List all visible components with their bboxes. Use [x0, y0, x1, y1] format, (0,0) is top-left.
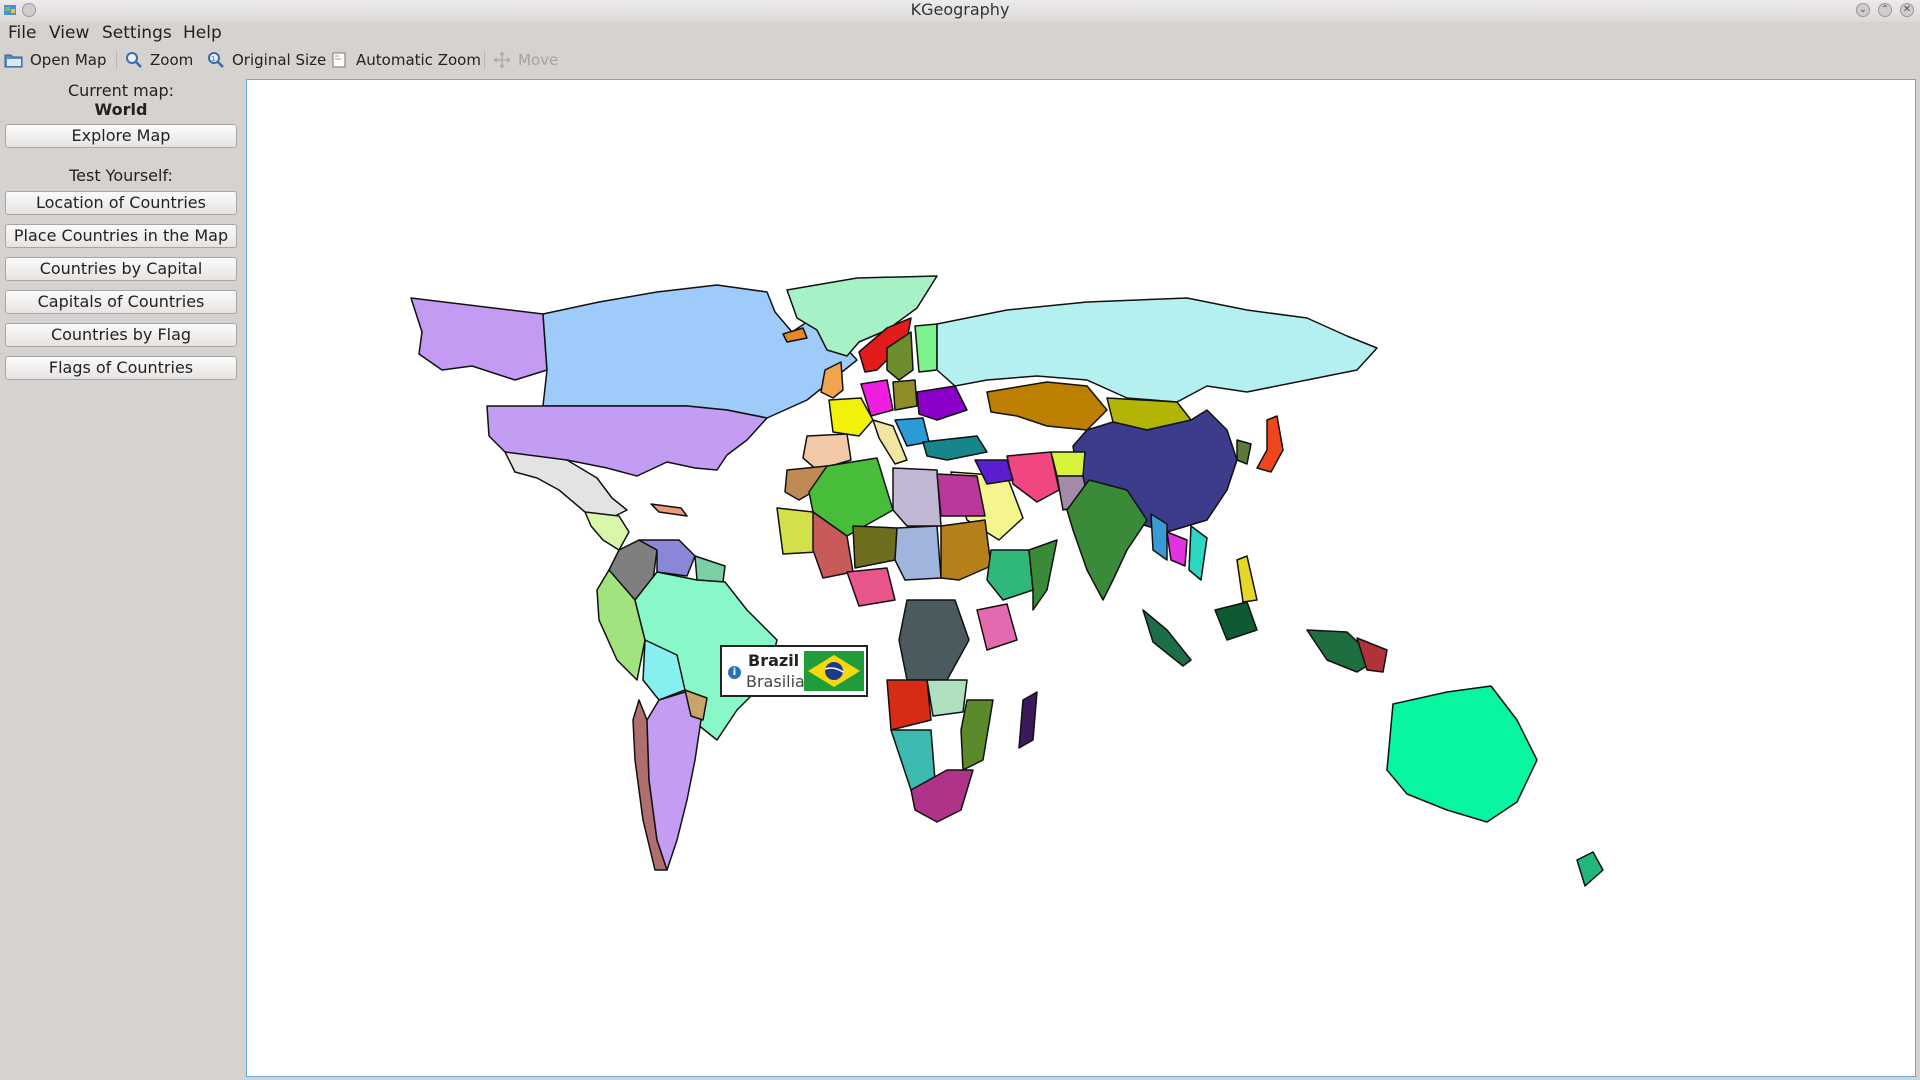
current-map-label: Current map:	[67, 81, 175, 100]
region-thailand	[1166, 531, 1188, 567]
zoom-original-icon: 1	[208, 52, 224, 68]
region-mauritania	[776, 507, 818, 555]
region-zambia	[926, 679, 968, 717]
region-madagascar	[1018, 691, 1038, 749]
test-flags-of-countries-button[interactable]: Flags of Countries	[5, 356, 237, 380]
current-map-name: World	[94, 100, 148, 119]
test-capitals-of-countries-button[interactable]: Capitals of Countries	[5, 290, 237, 314]
zoom-label: Zoom	[150, 51, 194, 69]
region-kazakhstan	[986, 381, 1108, 431]
original-size-label: Original Size	[232, 51, 327, 69]
region-australia	[1386, 685, 1538, 823]
region-central-america	[584, 511, 630, 551]
region-vietnam	[1188, 525, 1208, 581]
zoom-icon	[126, 52, 142, 68]
menu-file[interactable]: File	[8, 22, 36, 44]
region-korea	[1236, 439, 1252, 465]
region-somalia	[1028, 539, 1058, 611]
region-poland	[892, 379, 918, 411]
region-drc	[898, 599, 970, 681]
region-kenya	[976, 603, 1018, 651]
region-sumatra	[1142, 609, 1192, 667]
region-japan	[1256, 415, 1284, 473]
maximize-button[interactable]: ⌃	[1878, 3, 1892, 17]
brazil-flag-icon	[804, 651, 864, 691]
move-label: Move	[518, 51, 559, 69]
menu-bar: File View Settings Help	[0, 22, 1920, 44]
svg-text:1: 1	[211, 55, 215, 63]
sidebar: Current map: World Explore Map Test Your…	[0, 78, 244, 1080]
automatic-zoom-button[interactable]: Automatic Zoom	[330, 46, 481, 74]
close-button[interactable]: ✕	[1900, 3, 1914, 17]
open-folder-icon	[4, 54, 23, 68]
region-guianas	[694, 555, 726, 583]
original-size-button[interactable]: 1 Original Size	[206, 46, 326, 74]
toolbar-separator	[484, 51, 485, 69]
explore-map-button[interactable]: Explore Map	[5, 124, 237, 148]
region-sudan	[940, 519, 992, 581]
test-countries-by-flag-button[interactable]: Countries by Flag	[5, 323, 237, 347]
region-niger	[852, 525, 898, 569]
title-bar: KGeography ⌄ ⌃ ✕	[0, 0, 1920, 22]
automatic-zoom-label: Automatic Zoom	[356, 51, 481, 69]
test-place-countries-button[interactable]: Place Countries in the Map	[5, 224, 237, 248]
minimize-button[interactable]: ⌄	[1856, 3, 1870, 17]
region-cuba	[650, 503, 688, 517]
test-yourself-label: Test Yourself:	[69, 166, 173, 185]
toolbar-separator	[116, 51, 117, 69]
main-toolbar: Open Map Zoom 1 Original Size Automatic …	[0, 46, 1920, 74]
open-map-button[interactable]: Open Map	[4, 46, 110, 74]
open-map-label: Open Map	[30, 51, 107, 69]
menu-view[interactable]: View	[49, 22, 89, 44]
popup-country-name: Brazil	[748, 651, 800, 670]
test-countries-by-capital-button[interactable]: Countries by Capital	[5, 257, 237, 281]
auto-zoom-icon	[332, 52, 346, 68]
region-russia	[936, 297, 1378, 403]
region-alaska	[410, 297, 548, 381]
menu-settings[interactable]: Settings	[102, 22, 172, 44]
test-location-of-countries-button[interactable]: Location of Countries	[5, 191, 237, 215]
region-ukraine	[916, 385, 968, 421]
region-finland	[914, 323, 938, 373]
region-new-zealand	[1576, 851, 1604, 887]
move-icon	[493, 51, 511, 69]
world-map[interactable]	[247, 80, 1915, 1076]
region-ethiopia	[986, 549, 1034, 601]
region-egypt	[936, 473, 986, 517]
window-title: KGeography	[910, 0, 1010, 19]
region-mozambique	[960, 699, 994, 771]
region-angola	[886, 679, 932, 731]
move-button[interactable]: Move	[492, 46, 562, 74]
region-libya	[892, 467, 942, 527]
popup-capital-name: Brasilia	[746, 672, 805, 691]
region-afghanistan	[1050, 451, 1086, 477]
region-chad	[894, 525, 942, 581]
info-icon: i	[728, 666, 741, 679]
country-info-popup: i Brazil Brasilia	[720, 645, 868, 697]
region-turkey	[922, 435, 988, 461]
region-borneo	[1214, 601, 1258, 641]
region-nigeria	[846, 567, 896, 607]
zoom-button[interactable]: Zoom	[124, 46, 194, 74]
world-map-view[interactable]: i Brazil Brasilia	[246, 79, 1916, 1077]
menu-help[interactable]: Help	[183, 22, 222, 44]
region-philippines	[1236, 555, 1258, 603]
